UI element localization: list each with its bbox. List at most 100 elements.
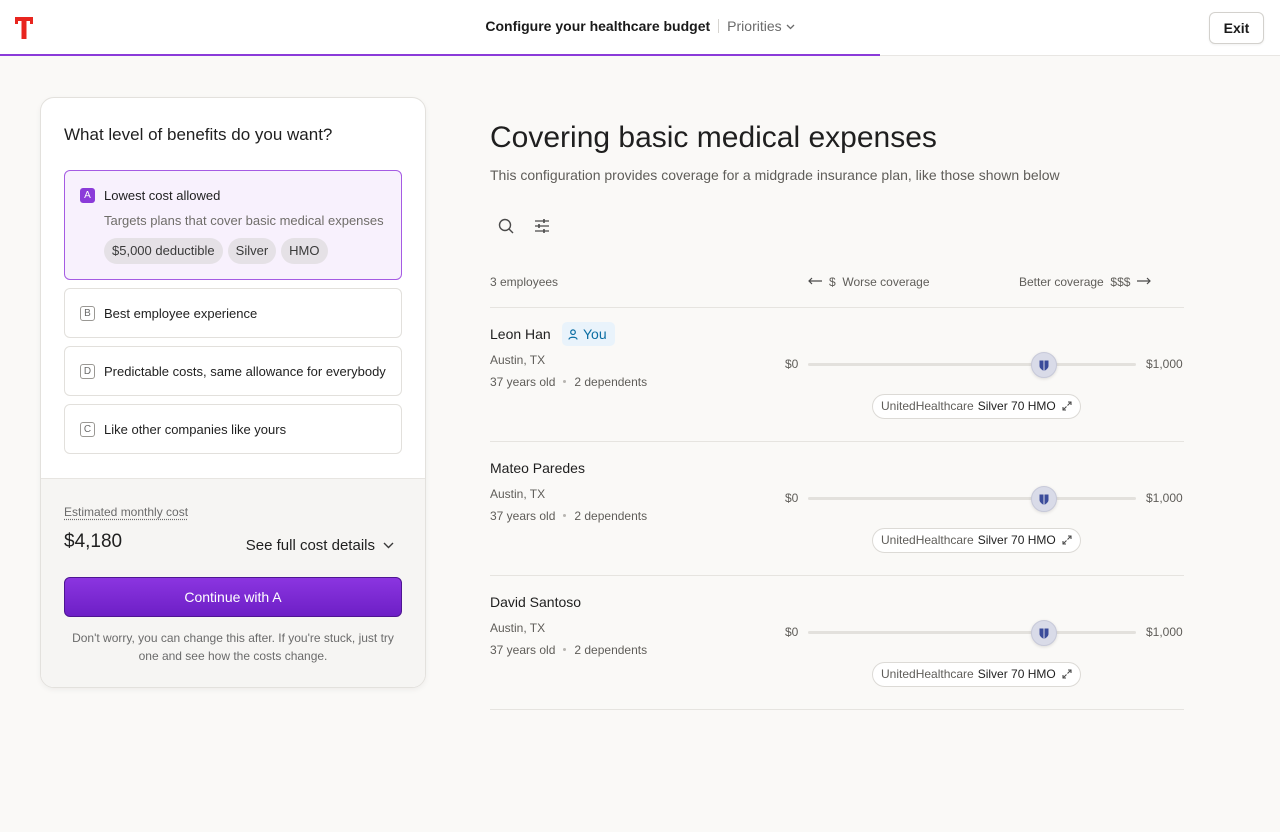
benefits-card: What level of benefits do you want? A Lo… [40, 97, 426, 688]
arrow-right-icon [1137, 277, 1152, 285]
option-chips: $5,000 deductible Silver HMO [104, 238, 328, 264]
chevron-down-icon [383, 542, 394, 549]
worse-symbol: $ [829, 275, 836, 289]
plan-pill[interactable]: UnitedHealthcare Silver 70 HMO [872, 662, 1081, 687]
plan-pill[interactable]: UnitedHealthcare Silver 70 HMO [872, 394, 1081, 419]
header-title: Configure your healthcare budget [485, 18, 711, 34]
employee-name: David Santoso [490, 594, 582, 610]
slider-min-label: $0 [785, 491, 799, 505]
plan-carrier: UnitedHealthcare [881, 667, 974, 681]
slider-max-label: $1,000 [1146, 491, 1183, 505]
dot-separator [563, 514, 567, 517]
cost-details-toggle[interactable]: See full cost details [246, 537, 394, 554]
better-text: Better coverage [1019, 275, 1104, 289]
option-c-like-other-companies[interactable]: C Like other companies like yours [64, 404, 402, 454]
worse-coverage-label: $ Worse coverage [808, 275, 930, 289]
budget-slider-track[interactable] [808, 631, 1136, 634]
divider [490, 709, 1184, 710]
better-coverage-label: Better coverage $$$ [1019, 275, 1152, 289]
chip-deductible: $5,000 deductible [104, 238, 223, 264]
worse-text: Worse coverage [842, 275, 930, 289]
user-icon [568, 329, 578, 340]
benefits-question: What level of benefits do you want? [64, 125, 333, 144]
budget-slider-thumb[interactable] [1031, 620, 1058, 646]
exit-button[interactable]: Exit [1209, 12, 1264, 44]
shield-icon [1039, 628, 1049, 639]
expand-icon [1062, 669, 1072, 679]
option-label: Like other companies like yours [104, 422, 287, 437]
employee-dependents: 2 dependents [574, 643, 648, 657]
employee-details: 37 years old 2 dependents [490, 375, 647, 389]
dot-separator [563, 648, 567, 651]
employee-age: 37 years old [490, 643, 556, 657]
option-letter-badge: A [80, 188, 95, 203]
top-header: Configure your healthcare budget Prioriti… [0, 0, 1280, 56]
sliders-icon[interactable] [533, 217, 551, 235]
plan-name: Silver 70 HMO [977, 533, 1056, 547]
page-title: Covering basic medical expenses [490, 121, 937, 154]
page-subtitle: This configuration provides coverage for… [490, 167, 1060, 183]
better-symbol: $$$ [1110, 275, 1131, 289]
option-a-lowest-cost[interactable]: A Lowest cost allowed Targets plans that… [64, 170, 402, 280]
option-label: Best employee experience [104, 306, 258, 321]
slider-min-label: $0 [785, 625, 799, 639]
priorities-label: Priorities [727, 18, 782, 34]
expand-icon [1062, 401, 1072, 411]
shield-icon [1039, 360, 1049, 371]
header-breadcrumb: Configure your healthcare budget Prioriti… [0, 18, 1280, 34]
dot-separator [563, 380, 567, 383]
employee-count: 3 employees [490, 275, 559, 289]
slider-max-label: $1,000 [1146, 625, 1183, 639]
employee-location: Austin, TX [490, 621, 546, 635]
you-label: You [583, 326, 607, 342]
header-separator [718, 19, 720, 33]
helper-hint: Don't worry, you can change this after. … [72, 631, 394, 663]
option-b-best-experience[interactable]: B Best employee experience [64, 288, 402, 338]
option-d-predictable-costs[interactable]: D Predictable costs, same allowance for … [64, 346, 402, 396]
budget-slider-thumb[interactable] [1031, 486, 1058, 512]
chip-metal-tier: Silver [227, 238, 277, 264]
divider [490, 441, 1184, 442]
divider [490, 307, 1184, 308]
slider-max-label: $1,000 [1146, 357, 1183, 371]
budget-slider-track[interactable] [808, 497, 1136, 500]
budget-slider-thumb[interactable] [1031, 352, 1058, 378]
employee-details: 37 years old 2 dependents [490, 643, 647, 657]
shield-icon [1039, 494, 1049, 505]
employee-name: Leon Han [490, 326, 551, 342]
employee-name: Mateo Paredes [490, 460, 585, 476]
option-description: Targets plans that cover basic medical e… [104, 213, 384, 228]
divider [490, 575, 1184, 576]
employee-dependents: 2 dependents [574, 375, 648, 389]
employee-location: Austin, TX [490, 487, 546, 501]
option-letter-badge: B [80, 306, 95, 321]
option-letter-badge: D [80, 364, 95, 379]
employee-age: 37 years old [490, 509, 556, 523]
chip-plan-type: HMO [281, 238, 328, 264]
search-icon[interactable] [497, 217, 515, 235]
plan-carrier: UnitedHealthcare [881, 399, 974, 413]
option-label: Lowest cost allowed [104, 188, 221, 203]
employee-dependents: 2 dependents [574, 509, 648, 523]
cost-details-label: See full cost details [245, 537, 375, 554]
plan-name: Silver 70 HMO [977, 667, 1056, 681]
employee-location: Austin, TX [490, 353, 546, 367]
estimated-cost-label[interactable]: Estimated monthly cost [64, 505, 188, 519]
you-badge: You [562, 322, 615, 346]
chevron-down-icon [786, 24, 795, 30]
budget-slider-track[interactable] [808, 363, 1136, 366]
expand-icon [1062, 535, 1072, 545]
option-label: Predictable costs, same allowance for ev… [104, 364, 386, 379]
employee-details: 37 years old 2 dependents [490, 509, 647, 523]
estimated-cost-value: $4,180 [64, 531, 123, 552]
employee-age: 37 years old [490, 375, 556, 389]
plan-carrier: UnitedHealthcare [881, 533, 974, 547]
cost-summary-section: Estimated monthly cost $4,180 See full c… [41, 478, 425, 687]
priorities-dropdown[interactable]: Priorities [727, 18, 795, 34]
arrow-left-icon [808, 277, 822, 285]
progress-bar [0, 54, 880, 56]
plan-pill[interactable]: UnitedHealthcare Silver 70 HMO [872, 528, 1081, 553]
option-letter-badge: C [80, 422, 95, 437]
continue-button[interactable]: Continue with A [64, 577, 402, 617]
slider-min-label: $0 [785, 357, 799, 371]
